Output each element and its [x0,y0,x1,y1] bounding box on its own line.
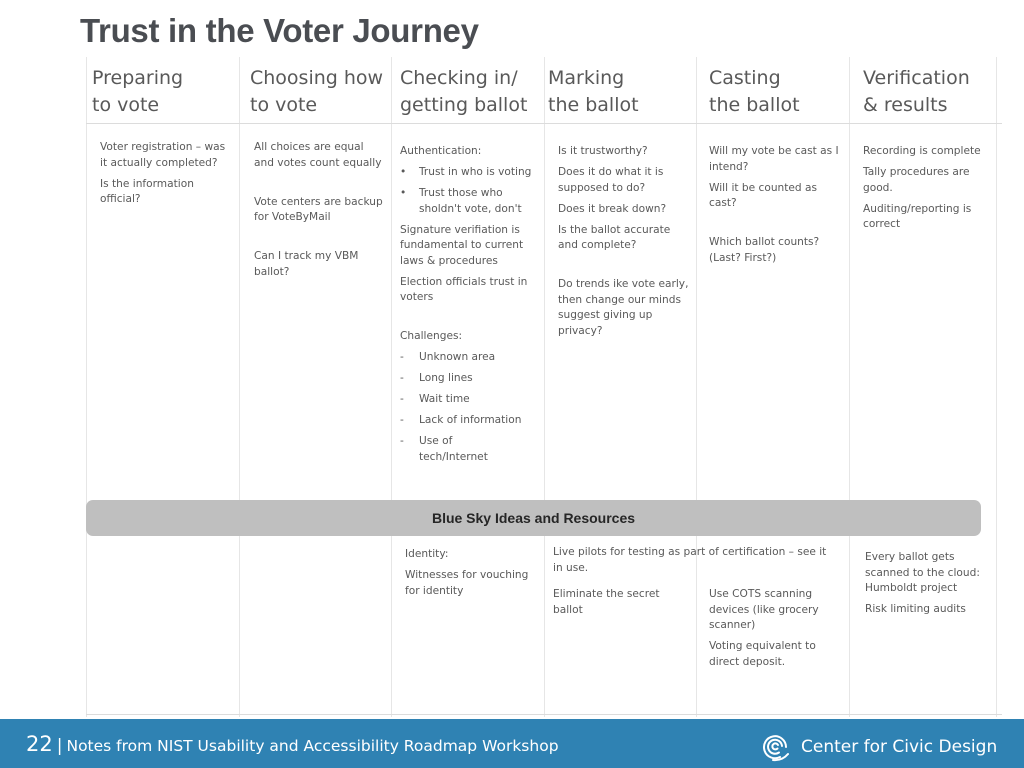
slide-title: Trust in the Voter Journey [80,12,479,49]
cell-note: Does it do what it is supposed to do? [558,166,664,194]
cell-note: Is it trustworthy? [558,145,648,157]
idea-note: Live pilots for testing as part of certi… [553,546,827,574]
cell-note: Vote centers are backup for VoteByMail [254,195,383,224]
bullet-marker: • [400,166,407,178]
dash-item: - Wait time [400,392,534,408]
table-bottom-border [86,714,1002,715]
cell-note: Tally procedures are good. [863,166,970,194]
header-line: the ballot [548,94,639,116]
blue-sky-checking-in: Identity: Witnesses for vouching for ide… [405,547,537,605]
header-line: Verification [863,67,970,89]
cell-note: All choices are equal and votes count eq… [254,141,382,169]
blue-sky-casting: Use COTS scanning devices (like grocery … [709,587,839,676]
bullet-item: • Trust those who sholdn't vote, don't [400,186,534,217]
column-divider [696,57,697,717]
header-line: Marking [548,67,625,89]
footer-caption: 22 | Notes from NIST Usability and Accessi… [26,732,559,756]
column-divider [849,57,850,717]
bullet-item: • Trust in who is voting [400,165,534,181]
dash-marker: - [400,435,404,447]
cell-preparing: Voter registration – was it actually com… [100,140,232,213]
column-header-marking: Marking the ballot [548,65,639,119]
idea-note: Witnesses for vouching for identity [405,569,529,597]
cell-checking-in: Authentication: • Trust in who is voting… [400,144,534,471]
cell-note: Is the information official? [100,177,194,206]
dash-marker: - [400,414,404,426]
blue-sky-marking-wide: Live pilots for testing as part of certi… [553,545,833,582]
cell-note: Signature verifiation is fundamental to … [400,223,524,267]
cell-choosing: All choices are equal and votes count eq… [254,140,386,286]
dash-item: - Unknown area [400,350,534,366]
footer-bar: 22 | Notes from NIST Usability and Accessi… [0,719,1024,768]
cell-note: Recording is complete [863,145,981,157]
banner-label: Blue Sky Ideas and Resources [431,510,636,526]
cell-note: Does it break down? [558,202,667,215]
dash-marker: - [400,372,404,384]
dash-text: Lack of information [419,414,522,426]
cell-note: Will my vote be cast as I intend? [709,145,839,173]
idea-note: Use COTS scanning devices (like grocery … [709,588,819,631]
column-header-casting: Casting the ballot [709,65,800,119]
header-line: to vote [92,94,160,116]
header-line: to vote [250,94,318,116]
cell-note: Can I track my VBM ballot? [254,250,359,278]
column-divider [391,57,392,717]
header-line: Choosing how [250,67,384,89]
header-line: & results [863,94,948,116]
dash-item: - Lack of information [400,413,534,429]
footer-separator: | [56,736,63,756]
dash-text: Wait time [419,393,470,405]
page-number: 22 [26,732,53,756]
cell-note: Will it be counted as cast? [709,181,818,210]
idea-note: Voting equivalent to direct deposit. [709,640,816,668]
cell-note: Challenges: [400,330,463,342]
header-line: the ballot [709,94,800,116]
journey-table: Preparing to vote Choosing how to vote C… [86,57,1002,717]
dash-item: - Long lines [400,371,534,387]
column-divider [996,57,997,717]
idea-note: Risk limiting audits [865,603,966,615]
cell-note: Auditing/reporting is correct [863,202,972,231]
cell-note: Voter registration – was it actually com… [100,141,226,169]
cell-casting: Will my vote be cast as I intend? Will i… [709,144,843,272]
idea-note: Identity: [405,548,449,560]
cell-verification: Recording is complete Tally procedures a… [863,144,995,238]
header-divider [86,123,1002,124]
blue-sky-marking: Eliminate the secret ballot [553,587,683,624]
header-line: getting ballot [400,94,528,116]
cell-note: Election officials trust in voters [400,275,528,304]
header-line: Preparing [92,67,184,89]
column-header-preparing: Preparing to vote [92,65,183,119]
cell-note: Is the ballot accurate and complete? [558,223,671,252]
column-header-choosing: Choosing how to vote [250,65,383,119]
civic-design-logo-icon [763,735,789,762]
dash-marker: - [400,351,404,363]
header-line: Casting [709,67,781,89]
header-line: Checking in/ [400,67,518,89]
column-divider [86,57,87,717]
dash-text: Unknown area [419,351,496,363]
bullet-text: Trust those who sholdn't vote, don't [419,187,522,215]
dash-text: Use of tech/Internet [419,435,488,463]
bullet-marker: • [400,187,407,199]
cell-note: Authentication: [400,145,482,157]
column-header-verification: Verification & results [863,65,970,119]
column-header-checking-in: Checking in/ getting ballot [400,65,527,119]
bullet-text: Trust in who is voting [419,166,532,178]
cell-note: Do trends ike vote early, then change ou… [558,278,689,337]
footer-text: Notes from NIST Usability and Accessibil… [66,737,559,755]
column-divider [544,57,545,717]
dash-text: Long lines [419,372,473,384]
blue-sky-banner: Blue Sky Ideas and Resources [86,500,981,536]
brand-name: Center for Civic Design [801,737,998,757]
cell-marking: Is it trustworthy? Does it do what it is… [558,144,692,345]
blue-sky-verification: Every ballot gets scanned to the cloud: … [865,550,995,623]
idea-note: Every ballot gets scanned to the cloud: … [865,551,980,594]
idea-note: Eliminate the secret ballot [553,588,660,616]
cell-note: Which ballot counts? (Last? First?) [709,236,820,264]
brand-block: Center for Civic Design [760,732,997,762]
column-divider [239,57,240,717]
dash-item: - Use of tech/Internet [400,434,534,465]
dash-marker: - [400,393,404,405]
